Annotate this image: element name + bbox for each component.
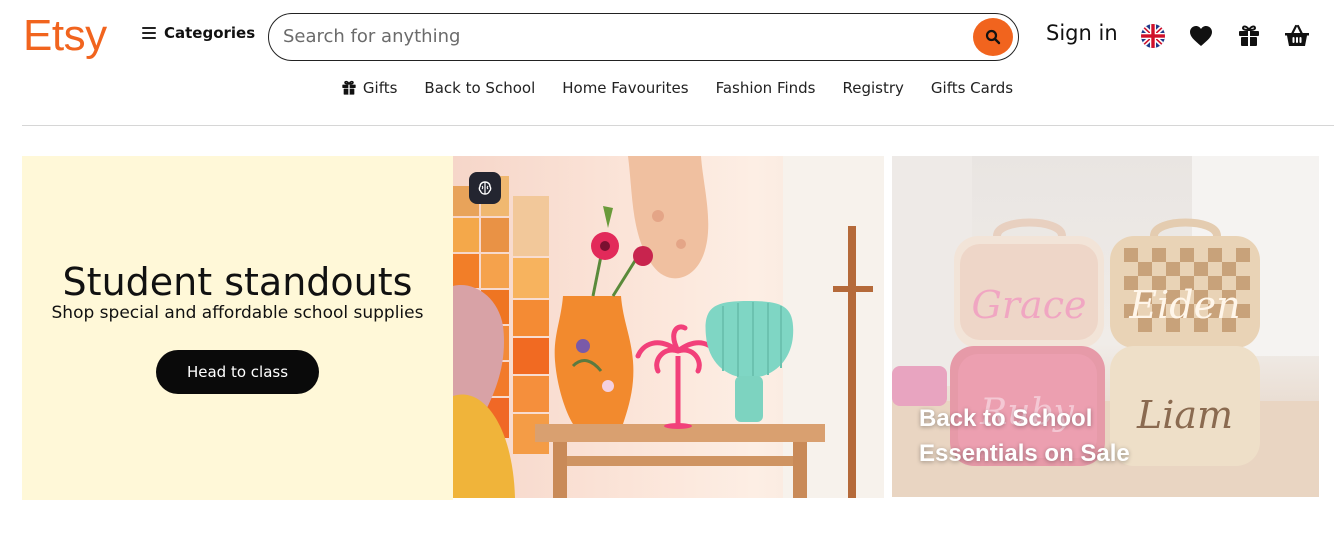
menu-icon [142,27,156,39]
promo-line-1: Back to School [919,405,1093,432]
room-scene-illustration [453,156,884,498]
basket-icon[interactable] [1283,23,1311,49]
nav-item-gift-cards[interactable]: Gifts Cards [931,77,1013,99]
search-input[interactable] [283,14,963,59]
etsy-logo[interactable]: Etsy [23,10,107,62]
category-nav: Gifts Back to School Home Favourites Fas… [0,77,1340,99]
back-to-school-promo-card[interactable]: Grace Eiden Ruby Liam Back to School Ess… [892,156,1319,497]
heart-icon[interactable] [1187,23,1215,49]
hero-image[interactable] [453,156,884,498]
gift-icon [342,80,356,95]
hero-panel: Student standouts Shop special and affor… [22,156,453,500]
head-to-class-button[interactable]: Head to class [156,350,319,394]
search-icon [985,29,1001,45]
nav-item-registry[interactable]: Registry [843,77,904,99]
ai-badge-button[interactable] [469,172,501,204]
sign-in-link[interactable]: Sign in [1046,21,1118,45]
uk-flag-icon[interactable] [1139,23,1167,49]
nav-item-fashion-finds[interactable]: Fashion Finds [716,77,816,99]
categories-label: Categories [164,24,256,42]
nav-item-gifts[interactable]: Gifts [341,77,398,99]
hero-title: Student standouts [62,260,413,304]
gift-icon[interactable] [1235,23,1263,49]
header-divider [22,125,1334,126]
promo-text: Back to School Essentials on Sale [919,401,1130,471]
bag-name-grace: Grace [972,283,1087,327]
search-bar [268,13,1019,61]
search-button[interactable] [973,18,1013,56]
nav-item-label: Gifts [362,79,398,97]
promo-line-2: Essentials on Sale [919,440,1130,467]
nav-item-home-favourites[interactable]: Home Favourites [562,77,688,99]
hero-subtitle: Shop special and affordable school suppl… [51,303,424,323]
nav-item-back-to-school[interactable]: Back to School [424,77,535,99]
categories-button[interactable]: Categories [142,24,255,42]
brain-icon [478,181,492,195]
bag-name-eiden: Eiden [1128,283,1240,327]
bag-name-liam: Liam [1136,393,1233,437]
